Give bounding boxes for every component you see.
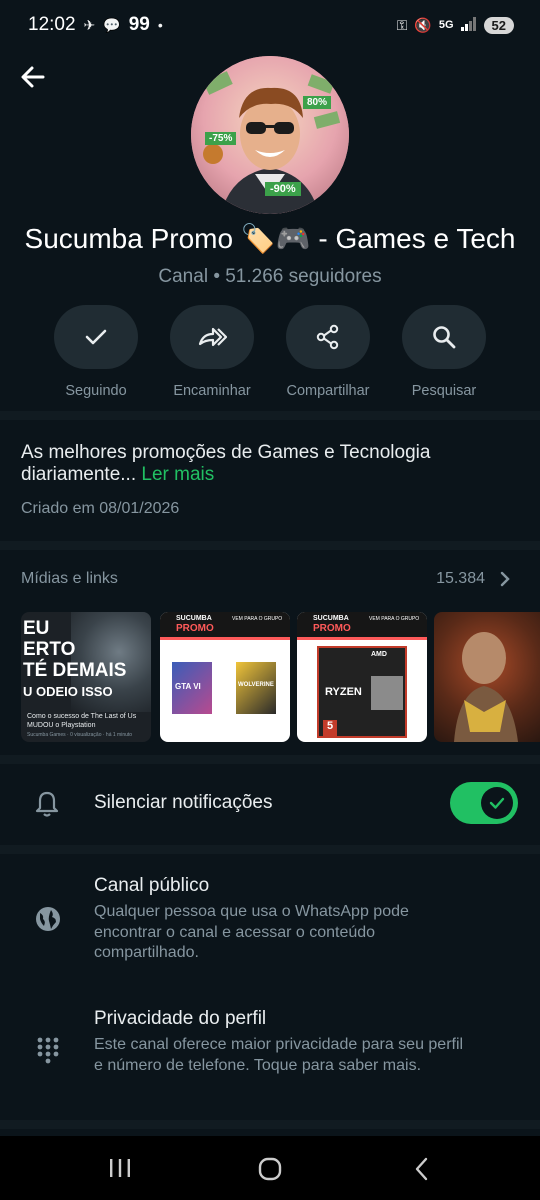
cpu-name: RYZEN <box>325 686 362 698</box>
status-time: 12:02 <box>28 14 76 35</box>
section-divider <box>0 411 540 420</box>
recents-icon <box>110 1159 130 1177</box>
public-channel-title: Canal público <box>94 875 210 896</box>
thumb-meta: Sucumba Games · 0 visualização · há 1 mi… <box>27 732 133 738</box>
notification-icon: ✈ <box>83 16 96 33</box>
profile-privacy-description: Este canal oferece maior privacidade par… <box>94 1036 464 1074</box>
search-label: Pesquisar <box>411 383 477 399</box>
bell-icon <box>35 791 59 817</box>
media-thumbnail[interactable] <box>434 612 540 742</box>
forward-button[interactable]: Encaminhar <box>152 305 272 399</box>
thumb-headline-line: U ODEIO ISSO <box>23 684 113 699</box>
promo-tagline: VEM PARA O GRUPO <box>369 616 420 622</box>
channel-avatar[interactable]: 80% -75% -90% <box>191 56 349 214</box>
check-icon <box>489 797 505 809</box>
following-button[interactable]: Seguindo <box>36 305 156 399</box>
search-button[interactable]: Pesquisar <box>384 305 504 399</box>
promo-tagline: VEM PARA O GRUPO <box>232 616 283 622</box>
recents-button[interactable] <box>108 1156 132 1185</box>
section-divider <box>0 1120 540 1129</box>
promo-banner: SUCUMBA PROMO VEM PARA O GRUPO <box>160 612 290 640</box>
game-box-2: WOLVERINE <box>236 662 276 714</box>
media-links-title: Mídias e links <box>21 570 118 587</box>
promo-banner: SUCUMBA PROMO VEM PARA O GRUPO <box>297 612 427 640</box>
section-divider <box>0 541 540 550</box>
key-icon: ⚿ <box>396 16 408 33</box>
share-icon <box>316 324 339 350</box>
check-icon <box>85 329 107 345</box>
status-bar: 12:02 ✈ 💬 99 • ⚿ 🔇 5G 52 <box>0 0 540 50</box>
toggle-knob <box>481 787 513 819</box>
share-button-bg <box>286 305 370 369</box>
cpu-brand: AMD <box>371 651 387 658</box>
chevron-right-icon <box>500 571 510 587</box>
avatar-badge-3: -90% <box>265 182 301 196</box>
share-label: Compartilhar <box>286 383 370 399</box>
thumb-headline-line: EU <box>23 618 50 639</box>
media-thumbnail[interactable]: SUCUMBA PROMO VEM PARA O GRUPO GTA VI WO… <box>160 612 290 742</box>
forward-label: Encaminhar <box>173 383 251 399</box>
mute-toggle[interactable] <box>450 782 518 824</box>
media-count: 15.384 <box>436 570 485 587</box>
promo-brand: SUCUMBA <box>313 615 349 622</box>
promo-brand-2: PROMO <box>176 623 214 634</box>
share-button[interactable]: Compartilhar <box>268 305 388 399</box>
system-nav-bar <box>0 1136 540 1200</box>
following-label: Seguindo <box>65 383 127 399</box>
globe-icon <box>36 907 60 931</box>
avatar-badge-2: -75% <box>205 132 237 145</box>
search-button-bg <box>402 305 486 369</box>
thumb-headline: EU ERTO TÉ DEMAIS U ODEIO ISSO <box>23 618 126 702</box>
cpu-number: 5 <box>323 720 337 736</box>
chat-count: 99 <box>128 14 150 35</box>
search-icon <box>433 326 456 349</box>
public-channel-description: Qualquer pessoa que usa o WhatsApp pode … <box>94 903 409 961</box>
read-more-link[interactable]: Ler mais <box>141 464 214 485</box>
channel-name: Sucumba Promo 🏷️🎮 - Games e Tech <box>24 223 516 254</box>
dialpad-icon <box>37 1037 59 1064</box>
channel-description: As melhores promoções de Games e Tecnolo… <box>21 442 521 486</box>
game-title-2: WOLVERINE <box>238 682 274 688</box>
media-strip: EU ERTO TÉ DEMAIS U ODEIO ISSO Como o su… <box>0 612 540 742</box>
mute-label: Silenciar notificações <box>94 792 273 813</box>
media-links-header[interactable]: Mídias e links 15.384 <box>21 570 511 588</box>
forward-button-bg <box>170 305 254 369</box>
created-date: Criado em 08/01/2026 <box>21 500 180 517</box>
public-channel-row[interactable]: Canal público Qualquer pessoa que usa o … <box>0 875 540 975</box>
promo-brand: SUCUMBA <box>176 615 212 622</box>
promo-brand-2: PROMO <box>313 623 351 634</box>
cpu-chip <box>371 676 403 710</box>
game-box-1: GTA VI <box>172 662 212 714</box>
profile-privacy-row[interactable]: Privacidade do perfil Este canal oferece… <box>0 1008 540 1108</box>
thumb-headline-line: ERTO <box>23 639 76 660</box>
thumb-character-art <box>454 632 518 742</box>
game-title-1: GTA VI <box>175 682 201 691</box>
back-nav-button[interactable] <box>410 1156 434 1187</box>
description-text: As melhores promoções de Games e Tecnolo… <box>21 442 431 485</box>
section-divider <box>0 845 540 854</box>
media-thumbnail[interactable]: EU ERTO TÉ DEMAIS U ODEIO ISSO Como o su… <box>21 612 151 742</box>
network-label: 5G <box>438 19 454 31</box>
thumb-caption: Como o sucesso de The Last of Us MUDOU o… <box>27 713 137 729</box>
following-button-bg <box>54 305 138 369</box>
cpu-box: AMD RYZEN 5 <box>317 646 407 738</box>
back-button[interactable] <box>18 62 48 92</box>
channel-subtitle: Canal • 51.266 seguidores <box>158 266 382 287</box>
section-divider <box>0 755 540 764</box>
chat-bubble-icon: 💬 <box>103 16 121 33</box>
home-icon <box>258 1157 282 1181</box>
media-thumbnail[interactable]: SUCUMBA PROMO VEM PARA O GRUPO AMD RYZEN… <box>297 612 427 742</box>
forward-icon <box>198 327 227 347</box>
mute-notifications-row[interactable]: Silenciar notificações <box>0 764 540 844</box>
thumb-headline-line: TÉ DEMAIS <box>23 660 127 681</box>
battery-indicator: 52 <box>483 16 514 34</box>
home-button[interactable] <box>257 1156 283 1187</box>
profile-privacy-title: Privacidade do perfil <box>94 1008 267 1029</box>
dot-icon: • <box>157 17 163 33</box>
signal-icon <box>460 16 477 34</box>
mute-status-icon: 🔇 <box>414 16 432 33</box>
avatar-badge-1: 80% <box>303 96 332 109</box>
back-nav-icon <box>415 1157 428 1181</box>
arrow-left-icon <box>21 66 45 88</box>
